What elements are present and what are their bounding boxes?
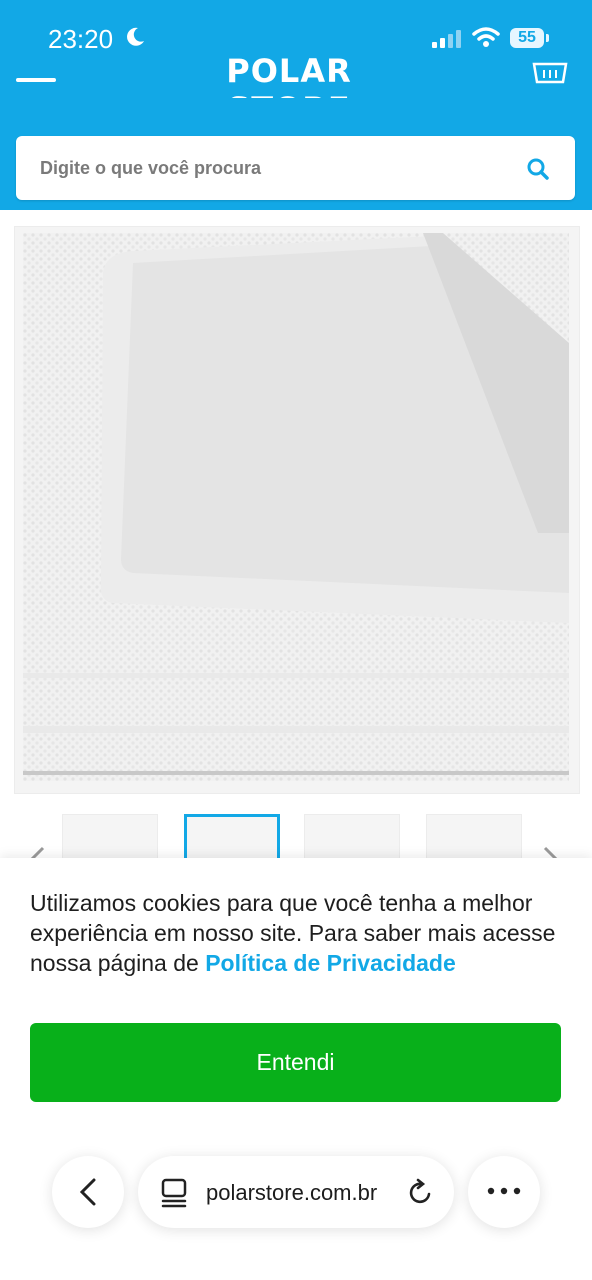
status-time: 23:20: [48, 24, 114, 54]
page-menu-icon[interactable]: [160, 1178, 188, 1208]
cookie-message: Utilizamos cookies para que você tenha a…: [30, 888, 570, 978]
more-dots-icon: [487, 1187, 521, 1195]
battery-indicator: 55: [510, 28, 549, 48]
moon-icon: [127, 27, 144, 46]
product-image[interactable]: [23, 233, 569, 781]
more-options-button[interactable]: [468, 1156, 540, 1228]
browser-toolbar: polarstore.com.br: [0, 1140, 592, 1280]
search-icon[interactable]: [527, 158, 549, 180]
search-bar: [16, 136, 575, 200]
logo-text: POLAR STORE: [226, 58, 352, 98]
store-logo[interactable]: POLAR STORE: [162, 58, 416, 98]
wifi-icon: [472, 27, 500, 47]
privacy-policy-link[interactable]: Política de Privacidade: [205, 950, 456, 976]
chevron-left-icon: [79, 1178, 96, 1206]
back-button[interactable]: [52, 1156, 124, 1228]
menu-icon[interactable]: [16, 78, 56, 82]
product-image-frame: [14, 226, 580, 794]
url-text: polarstore.com.br: [206, 1180, 378, 1205]
signal-icon: [432, 30, 461, 48]
cart-icon[interactable]: [532, 62, 568, 86]
reload-icon[interactable]: [408, 1178, 434, 1206]
accept-cookies-button[interactable]: Entendi: [30, 1023, 561, 1102]
address-bar[interactable]: polarstore.com.br: [138, 1156, 454, 1228]
search-input[interactable]: [16, 136, 496, 200]
site-header: 23:20 55 POLAR STORE: [0, 0, 592, 210]
